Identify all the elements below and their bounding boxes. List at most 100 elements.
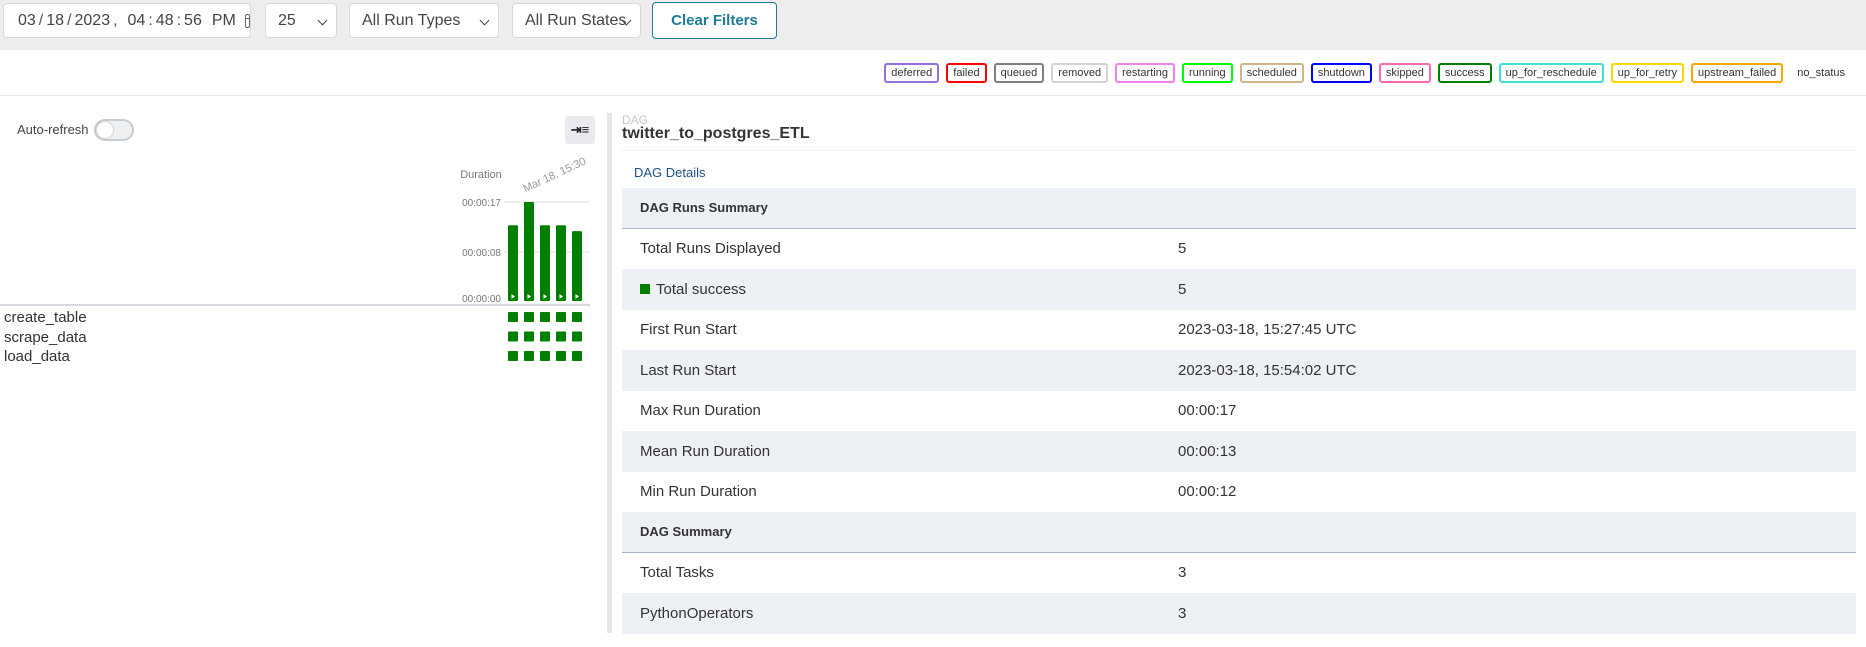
legend-no-status[interactable]: no_status <box>1790 63 1852 83</box>
task-name-load-data[interactable]: load_data <box>4 348 70 365</box>
run-date-label: Mar 18, 15:30 <box>521 156 588 196</box>
y-tick-label: 00:00:17 <box>462 198 501 209</box>
auto-refresh-label: Auto-refresh <box>17 122 89 137</box>
y-tick-label: 00:00:08 <box>462 248 501 259</box>
task-instance-cell[interactable] <box>556 351 566 361</box>
row-value: 3 <box>1178 604 1187 622</box>
table-row: Total Runs Displayed 5 <box>622 228 1856 269</box>
task-instance-cell[interactable] <box>508 331 518 342</box>
tab-dag-details[interactable]: DAG Details <box>634 165 706 180</box>
task-instance-cell[interactable] <box>572 312 582 322</box>
task-instance-cell[interactable] <box>572 351 582 361</box>
divider <box>622 150 1856 151</box>
filter-bar: 03/ 18/ 2023, 04: 48: 56 PM 25 All Run T… <box>0 0 1866 50</box>
run-type-select[interactable]: All Run Types <box>349 3 499 38</box>
row-label: Total Runs Displayed <box>640 240 781 258</box>
task-instance-cell[interactable] <box>524 331 534 342</box>
legend-scheduled[interactable]: scheduled <box>1239 63 1304 83</box>
task-instance-cell[interactable] <box>556 331 566 342</box>
run-duration-bar[interactable] <box>540 225 550 301</box>
run-state-select[interactable]: All Run States <box>512 3 641 38</box>
row-label: Max Run Duration <box>640 402 761 420</box>
row-value: 5 <box>1178 240 1187 258</box>
section-header-label: DAG Summary <box>640 524 732 540</box>
run-duration-bar[interactable] <box>508 225 518 301</box>
state-legend: deferred failed queued removed restarting run… <box>877 63 1852 83</box>
dag-id-title[interactable]: twitter_to_postgres_ETL <box>622 125 810 143</box>
row-label-cell: Min Run Duration <box>622 483 1178 500</box>
row-label-cell: PythonOperators <box>622 605 1178 622</box>
num-runs-select[interactable]: 25 <box>265 3 337 38</box>
row-label: PythonOperators <box>640 604 754 622</box>
panel-resize-handle[interactable] <box>607 113 612 633</box>
date-day[interactable]: 18 <box>46 12 64 30</box>
chevron-down-icon <box>317 15 328 26</box>
legend-removed[interactable]: removed <box>1051 63 1109 83</box>
date-hour[interactable]: 04 <box>128 12 146 30</box>
task-instance-cell[interactable] <box>524 351 534 361</box>
auto-refresh-toggle[interactable] <box>94 119 134 141</box>
execution-date-input[interactable]: 03/ 18/ 2023, 04: 48: 56 PM <box>3 3 251 38</box>
row-label: First Run Start <box>640 321 737 339</box>
row-value: 2023-03-18, 15:27:45 UTC <box>1178 321 1357 339</box>
table-section-header: DAG Runs Summary <box>622 188 1856 229</box>
date-month[interactable]: 03 <box>18 12 36 30</box>
row-label: Total success <box>656 280 747 298</box>
row-label-cell: Total success <box>622 281 1178 298</box>
run-state-value: All Run States <box>525 11 627 29</box>
legend-deferred[interactable]: deferred <box>884 63 940 83</box>
section-header-label: DAG Runs Summary <box>640 200 768 216</box>
legend-success[interactable]: success <box>1437 63 1492 83</box>
toggle-knob <box>97 122 113 138</box>
clear-filters-button[interactable]: Clear Filters <box>652 2 777 39</box>
row-label-cell: Mean Run Duration <box>622 443 1178 460</box>
date-year[interactable]: 2023 <box>75 12 111 30</box>
run-duration-bar[interactable] <box>556 225 566 301</box>
num-runs-value: 25 <box>278 11 296 29</box>
chevron-down-icon <box>479 15 490 26</box>
task-instance-cell[interactable] <box>540 351 550 361</box>
row-label: Total Tasks <box>640 564 714 582</box>
table-row: Total success 5 <box>622 269 1856 310</box>
run-duration-bar[interactable] <box>524 202 534 301</box>
legend-queued[interactable]: queued <box>993 63 1045 83</box>
duration-label: Duration <box>460 169 502 181</box>
calendar-icon[interactable] <box>244 13 250 28</box>
row-value: 5 <box>1178 280 1187 298</box>
task-instance-cell[interactable] <box>540 312 550 322</box>
run-type-value: All Run Types <box>362 11 461 29</box>
date-second[interactable]: 56 <box>184 12 202 30</box>
legend-shutdown[interactable]: shutdown <box>1310 63 1372 83</box>
legend-upstream-failed[interactable]: upstream_failed <box>1691 63 1784 83</box>
legend-restarting[interactable]: restarting <box>1115 63 1175 83</box>
legend-up-for-reschedule[interactable]: up_for_reschedule <box>1498 63 1604 83</box>
date-minute[interactable]: 48 <box>156 12 174 30</box>
run-duration-bar[interactable] <box>572 231 582 301</box>
grid-chart: Duration Mar 18, 15:30 00:00:1700:00:080… <box>0 156 590 361</box>
table-row: Total Tasks 3 <box>622 552 1856 593</box>
table-row: Mean Run Duration 00:00:13 <box>622 431 1856 472</box>
task-instance-cell[interactable] <box>508 351 518 361</box>
date-ampm[interactable]: PM <box>212 12 236 30</box>
task-instance-cell[interactable] <box>508 312 518 322</box>
task-instance-cell[interactable] <box>572 331 582 342</box>
row-label: Min Run Duration <box>640 483 757 501</box>
y-axis: 00:00:17 00:00:08 00:00:00 <box>462 198 501 305</box>
task-name-create-table[interactable]: create_table <box>4 309 87 326</box>
legend-up-for-retry[interactable]: up_for_retry <box>1610 63 1685 83</box>
table-row: First Run Start 2023-03-18, 15:27:45 UTC <box>622 309 1856 350</box>
legend-failed[interactable]: failed <box>946 63 987 83</box>
row-value: 2023-03-18, 15:54:02 UTC <box>1178 361 1357 379</box>
task-instance-cell[interactable] <box>556 312 566 322</box>
row-label-cell: Max Run Duration <box>622 402 1178 419</box>
legend-running[interactable]: running <box>1181 63 1233 83</box>
legend-skipped[interactable]: skipped <box>1378 63 1431 83</box>
row-value: 00:00:12 <box>1178 483 1237 501</box>
divider <box>0 95 1866 96</box>
dag-details-table: DAG Runs Summary Total Runs Displayed 5 Tot… <box>622 188 1856 634</box>
task-instance-cell[interactable] <box>524 312 534 322</box>
task-instance-cell[interactable] <box>540 331 550 342</box>
row-label: Mean Run Duration <box>640 442 771 460</box>
task-name-scrape-data[interactable]: scrape_data <box>4 329 87 346</box>
table-row: Max Run Duration 00:00:17 <box>622 390 1856 431</box>
